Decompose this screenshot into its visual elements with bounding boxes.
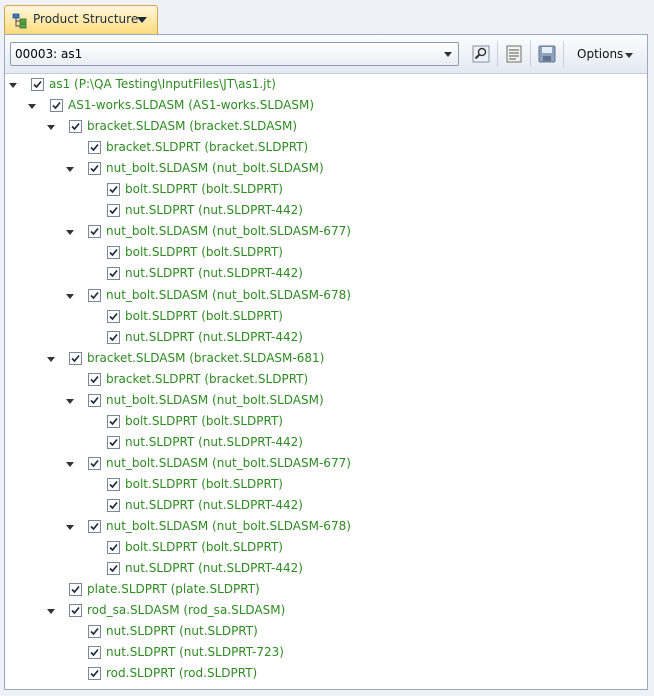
structure-selector[interactable]: 00003: as1 [10, 42, 459, 66]
product-structure-tab[interactable]: Product Structure [4, 5, 158, 35]
tree-node-label: bracket.SLDASM (bracket.SLDASM-681) [87, 350, 325, 365]
tree-node-label: rod_sa.SLDASM (rod_sa.SLDASM) [87, 603, 286, 618]
visibility-checkbox[interactable] [107, 204, 120, 218]
tree-node-label: nut_bolt.SLDASM (nut_bolt.SLDASM) [106, 161, 324, 176]
tree-node-label: bracket.SLDPRT (bracket.SLDPRT) [106, 371, 309, 386]
visibility-checkbox[interactable] [88, 372, 101, 386]
visibility-checkbox[interactable] [107, 246, 120, 260]
tree-node-label: bolt.SLDPRT (bolt.SLDPRT) [125, 308, 283, 323]
find-icon[interactable] [472, 45, 490, 63]
options-menu-button[interactable]: Options [577, 47, 623, 61]
visibility-checkbox[interactable] [107, 267, 120, 281]
product-structure-panel: 00003: as1 Options as1 (P:\QA Testing\In… [4, 34, 648, 690]
tree-node-label: nut.SLDPRT (nut.SLDPRT-442) [125, 434, 303, 449]
visibility-checkbox[interactable] [107, 435, 120, 449]
tree-node-label: nut.SLDPRT (nut.SLDPRT-442) [125, 498, 303, 512]
tree-node-label: nut_bolt.SLDASM (nut_bolt.SLDASM-678) [106, 287, 351, 302]
tree-node-label: nut.SLDPRT (nut.SLDPRT-723) [106, 645, 284, 660]
tree-node-label: nut.SLDPRT (nut.SLDPRT-442) [125, 203, 303, 218]
tree-node-label: nut.SLDPRT (nut.SLDPRT-442) [125, 329, 303, 344]
tree-node-label: plate.SLDPRT (plate.SLDPRT) [87, 582, 260, 597]
structure-selector-value: 00003: as1 [15, 47, 83, 61]
visibility-checkbox[interactable] [107, 414, 120, 428]
visibility-checkbox[interactable] [107, 183, 120, 197]
tree-node-label: bolt.SLDPRT (bolt.SLDPRT) [125, 540, 283, 555]
chevron-down-icon[interactable] [137, 17, 147, 23]
expand-toggle-icon[interactable] [47, 125, 55, 131]
visibility-checkbox[interactable] [107, 562, 120, 576]
toolbar-separator [563, 41, 564, 67]
visibility-checkbox[interactable] [69, 120, 82, 134]
list-icon[interactable] [505, 45, 523, 63]
chevron-down-icon[interactable] [625, 53, 633, 58]
visibility-checkbox[interactable] [107, 541, 120, 555]
product-structure-tree: as1 (P:\QA Testing\InputFiles\JT\as1.jt)… [5, 75, 647, 687]
expand-toggle-icon[interactable] [66, 525, 74, 531]
tree-node-label: nut_bolt.SLDASM (nut_bolt.SLDASM-678) [106, 519, 351, 534]
expand-toggle-icon[interactable] [47, 609, 55, 615]
visibility-checkbox[interactable] [88, 288, 101, 302]
tree-node-label: bolt.SLDPRT (bolt.SLDPRT) [125, 245, 283, 260]
visibility-checkbox[interactable] [88, 456, 101, 470]
tree-node-label: nut_bolt.SLDASM (nut_bolt.SLDASM-677) [106, 224, 351, 239]
tree-node-label: bracket.SLDASM (bracket.SLDASM) [87, 119, 298, 134]
visibility-checkbox[interactable] [88, 646, 101, 660]
expand-toggle-icon[interactable] [66, 398, 74, 404]
tree-node-label: bracket.SLDPRT (bracket.SLDPRT) [106, 140, 309, 155]
visibility-checkbox[interactable] [107, 477, 120, 491]
panel-tab-bar: Product Structure [0, 0, 654, 36]
tree-node-label: nut_bolt.SLDASM (nut_bolt.SLDASM-677) [106, 455, 351, 470]
expand-toggle-icon[interactable] [66, 293, 74, 299]
visibility-checkbox[interactable] [88, 625, 101, 639]
tree-node-label: nut.SLDPRT (nut.SLDPRT-442) [125, 266, 303, 281]
tree-node-label: nut_bolt.SLDASM (nut_bolt.SLDASM) [106, 392, 324, 407]
visibility-checkbox[interactable] [69, 604, 82, 618]
visibility-checkbox[interactable] [31, 78, 44, 91]
save-icon[interactable] [538, 45, 556, 63]
visibility-checkbox[interactable] [88, 667, 101, 681]
expand-toggle-icon[interactable] [47, 356, 55, 362]
tree-node-label: bolt.SLDPRT (bolt.SLDPRT) [125, 182, 283, 197]
visibility-checkbox[interactable] [69, 351, 82, 365]
expand-toggle-icon[interactable] [9, 83, 17, 88]
expand-toggle-icon[interactable] [66, 167, 74, 173]
tree-node-label: nut.SLDPRT (nut.SLDPRT-442) [125, 561, 303, 576]
visibility-checkbox[interactable] [107, 499, 120, 512]
chevron-down-icon[interactable] [444, 52, 452, 57]
expand-toggle-icon[interactable] [28, 104, 36, 110]
visibility-checkbox[interactable] [107, 330, 120, 344]
tree-node-label: as1 (P:\QA Testing\InputFiles\JT\as1.jt) [49, 77, 276, 91]
tree-node-label: rod.SLDPRT (rod.SLDPRT) [106, 666, 258, 681]
toolbar-separator [497, 41, 498, 67]
toolbar-separator [530, 41, 531, 67]
visibility-checkbox[interactable] [107, 309, 120, 323]
hierarchy-icon [12, 13, 28, 29]
visibility-checkbox[interactable] [88, 393, 101, 407]
visibility-checkbox[interactable] [88, 141, 101, 155]
tree-node-label: bolt.SLDPRT (bolt.SLDPRT) [125, 413, 283, 428]
toolbar: 00003: as1 Options [5, 35, 647, 74]
visibility-checkbox[interactable] [88, 162, 101, 176]
tree-node-label: AS1-works.SLDASM (AS1-works.SLDASM) [68, 98, 314, 113]
visibility-checkbox[interactable] [88, 520, 101, 534]
panel-tab-label: Product Structure [33, 12, 139, 26]
visibility-checkbox[interactable] [50, 99, 63, 113]
visibility-checkbox[interactable] [69, 583, 82, 597]
expand-toggle-icon[interactable] [66, 230, 74, 236]
expand-toggle-icon[interactable] [66, 461, 74, 467]
tree-node-label: nut.SLDPRT (nut.SLDPRT) [106, 624, 258, 639]
tree-node-label: bolt.SLDPRT (bolt.SLDPRT) [125, 476, 283, 491]
visibility-checkbox[interactable] [88, 225, 101, 239]
